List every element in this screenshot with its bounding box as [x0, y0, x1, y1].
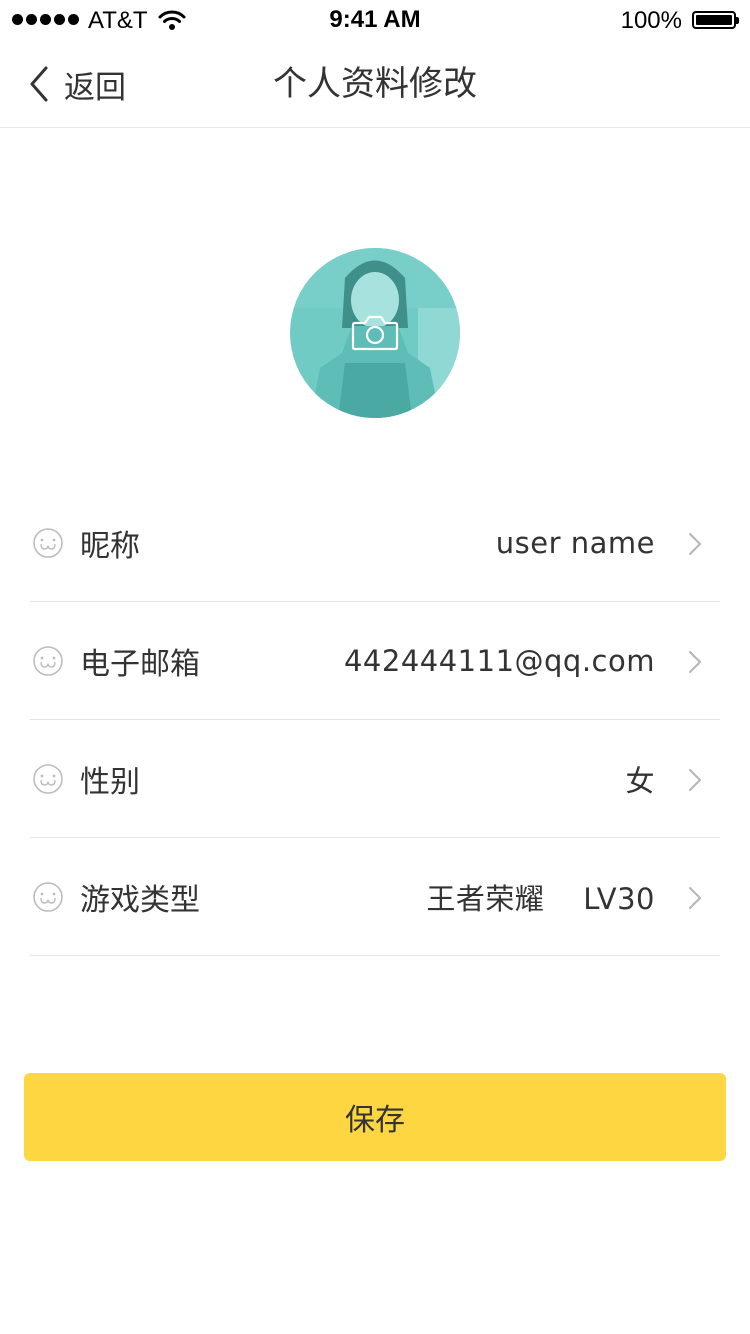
- chevron-right-icon: [689, 769, 701, 791]
- back-button[interactable]: 返回: [28, 40, 126, 128]
- face-icon: [33, 527, 63, 558]
- email-row[interactable]: 电子邮箱 442444111@qq.com: [30, 602, 720, 720]
- chevron-right-icon: [689, 887, 701, 909]
- game-type-label: 游戏类型: [80, 882, 200, 918]
- nickname-label: 昵称: [80, 528, 140, 564]
- face-icon: [33, 881, 63, 912]
- face-icon: [33, 645, 63, 676]
- email-label: 电子邮箱: [80, 646, 200, 682]
- gender-label: 性别: [80, 764, 140, 800]
- status-bar: AT&T 9:41 AM 100%: [0, 0, 750, 40]
- nickname-value: user name: [495, 525, 655, 560]
- game-type-value: 王者荣耀 LV30: [426, 881, 655, 916]
- game-type-row[interactable]: 游戏类型 王者荣耀 LV30: [30, 838, 720, 956]
- battery-icon: [692, 11, 739, 29]
- email-value: 442444111@qq.com: [343, 643, 655, 678]
- nickname-row[interactable]: 昵称 user name: [30, 484, 720, 602]
- avatar-upload[interactable]: [290, 248, 460, 418]
- back-label: 返回: [64, 69, 126, 106]
- chevron-right-icon: [689, 533, 701, 555]
- chevron-left-icon: [30, 66, 48, 102]
- gender-row[interactable]: 性别 女: [30, 720, 720, 838]
- chevron-right-icon: [689, 651, 701, 673]
- nav-bar: 返回 个人资料修改: [0, 40, 750, 128]
- face-icon: [33, 763, 63, 794]
- battery-percent: 100%: [620, 7, 682, 34]
- save-button[interactable]: 保存: [24, 1073, 726, 1161]
- gender-value: 女: [625, 763, 655, 798]
- profile-form: 昵称 user name 电子邮箱 442444111@qq.com 性别 女: [30, 484, 720, 956]
- camera-icon: [351, 315, 399, 351]
